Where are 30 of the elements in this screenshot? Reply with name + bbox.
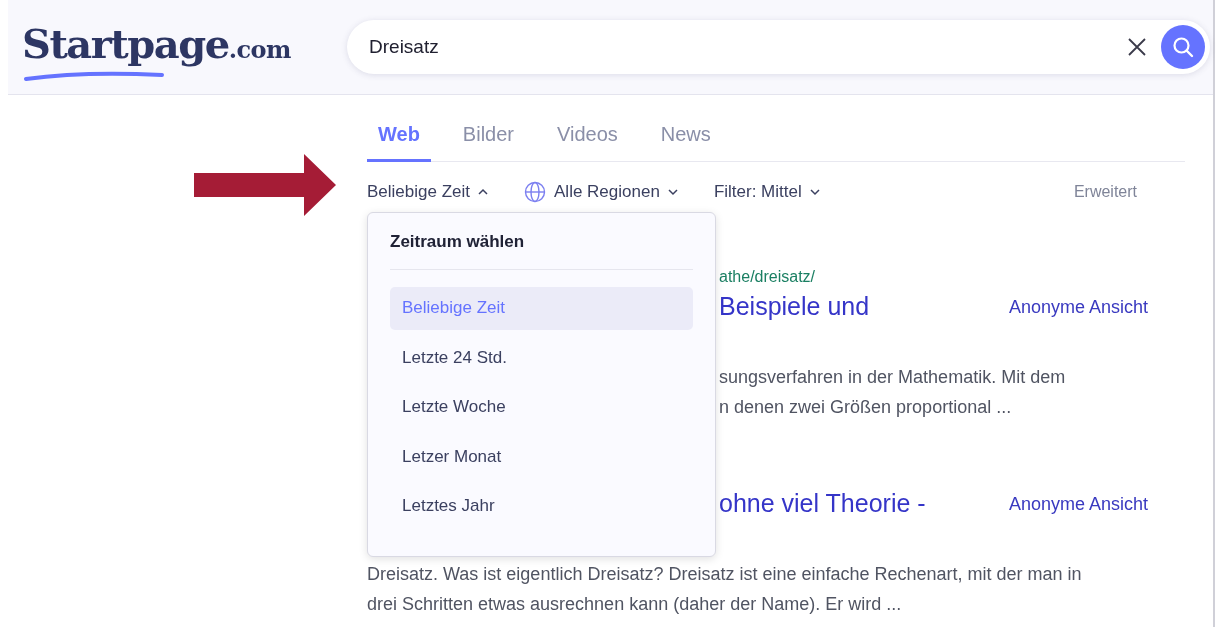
search-button[interactable]: [1161, 25, 1205, 69]
globe-icon: [524, 181, 546, 203]
search-bar[interactable]: Dreisatz: [347, 20, 1210, 74]
result-snippet: Dreisatz. Was ist eigentlich Dreisatz? Dreisatz ist eine einfache Rechenart, mit der man in: [367, 564, 1082, 584]
caret-icon: [667, 188, 678, 196]
filter-dropdown[interactable]: Filter: Mittel: [713, 179, 820, 205]
anonymous-view-link[interactable]: Anonyme Ansicht: [1008, 293, 1148, 321]
menu-item[interactable]: Letzer Monat: [390, 435, 693, 478]
result-snippet: drei Schritten etwas ausrechnen kann (daher der Name). Er wird ...: [367, 594, 902, 614]
anonymous-view-link[interactable]: Anonyme Ansicht: [1008, 490, 1148, 518]
close-icon: [1127, 37, 1147, 57]
startpage-logo[interactable]: Startpage.com: [22, 14, 291, 80]
caret-icon: [478, 188, 488, 196]
menu-item[interactable]: Letzte Woche: [390, 385, 693, 429]
dropdown-heading: Zeitraum wählen: [390, 229, 693, 270]
arrow-icon: [194, 154, 336, 216]
advanced-link[interactable]: Erweitert: [1073, 180, 1137, 204]
result-snippet: n denen zwei Größen proportional ...: [719, 397, 1012, 417]
caret-icon: [809, 188, 820, 196]
result-snippet: sungsverfahren in der Mathematik. Mit dem: [719, 367, 1066, 387]
result-title[interactable]: ohne viel Theorie -: [719, 485, 926, 523]
search-field[interactable]: Dreisatz: [367, 31, 1123, 63]
filter-dropdown[interactable]: Beliebige Zeit: [367, 179, 488, 205]
menu-item[interactable]: Letzte 24 Std.: [390, 336, 693, 379]
result-title[interactable]: Beispiele und: [719, 288, 870, 326]
tab[interactable]: Web: [367, 115, 431, 162]
menu-item[interactable]: Letztes Jahr: [390, 484, 693, 528]
search-icon: [1172, 36, 1194, 58]
filter-dropdown[interactable]: Alle Regionen: [524, 179, 678, 205]
result-url: athe/dreisatz/: [719, 268, 816, 285]
